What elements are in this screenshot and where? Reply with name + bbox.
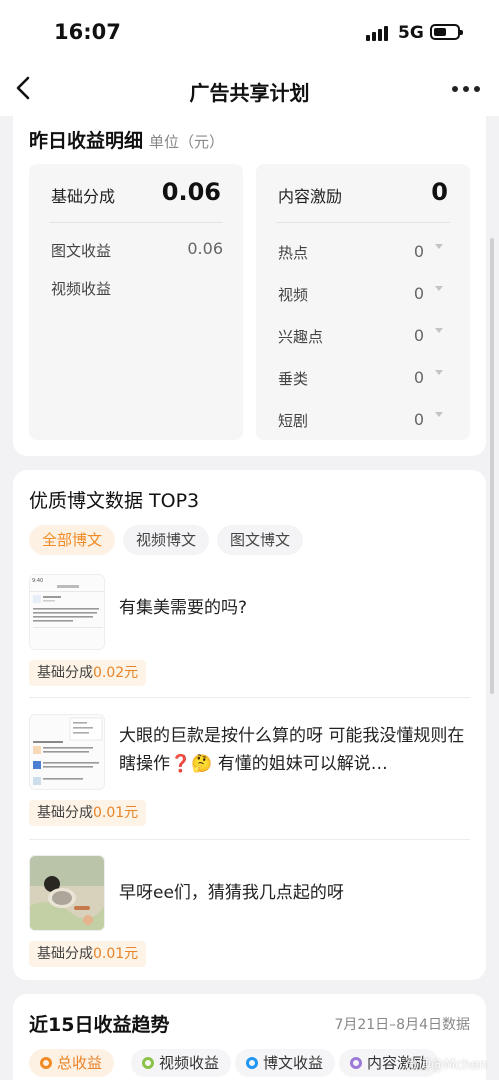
post-title: 有集美需要的吗?	[119, 598, 248, 618]
yesterday-earnings-card: 昨日收益明细 单位（元） 基础分成 0.06 图文收益 0.06 视频收益 内容激…	[13, 116, 486, 456]
incentive-row-value: 0	[413, 326, 424, 345]
status-bar: 16:07 5G	[0, 0, 499, 62]
network-type: 5G	[398, 23, 424, 43]
incentive-row-value: 0	[413, 368, 424, 387]
post-earnings-badge: 基础分成0.01元	[29, 941, 147, 967]
section-title: 昨日收益明细 单位（元）	[29, 130, 225, 152]
incentive-row-label: 短剧	[278, 412, 309, 430]
tab-all-posts[interactable]: 全部博文	[29, 525, 116, 555]
legend-dot-icon	[246, 1057, 258, 1069]
section-title: 近15日收益趋势	[29, 1014, 170, 1036]
page-title: 广告共享计划	[189, 81, 310, 105]
incentive-row-label: 热点	[278, 244, 309, 262]
post-earnings-badge: 基础分成0.02元	[29, 660, 147, 686]
more-button[interactable]	[446, 78, 486, 98]
legend-dot-icon	[40, 1057, 52, 1069]
content-incentive-label: 内容激励	[278, 187, 343, 206]
incentive-row-value: 0	[413, 284, 424, 303]
basic-share-panel[interactable]: 基础分成 0.06 图文收益 0.06 视频收益	[29, 164, 243, 440]
signal-icon	[366, 26, 390, 41]
content-incentive-value: 0	[431, 178, 448, 206]
post-title: 大眼的巨款是按什么算的呀 可能我没懂规则在瞎操作❓🤔 有懂的姐妹可以解说…	[119, 726, 465, 774]
post-earnings-badge: 基础分成0.01元	[29, 800, 147, 826]
unit-label: 单位（元）	[149, 133, 225, 151]
caret-down-icon	[435, 244, 443, 249]
tab-video-posts[interactable]: 视频博文	[123, 525, 210, 555]
scrollbar[interactable]	[490, 238, 494, 694]
baby-photo-thumbnail-icon	[29, 855, 105, 931]
post-item[interactable]: 早呀ee们，猜猜我几点起的呀 基础分成0.01元	[29, 855, 470, 983]
legend-post-income[interactable]: 博文收益	[235, 1049, 336, 1077]
date-range: 7月21日–8月4日数据	[334, 1017, 470, 1033]
incentive-row-label: 兴趣点	[278, 328, 324, 346]
incentive-row-label: 视频	[278, 286, 309, 304]
post-earnings-value: 0.02元	[93, 665, 139, 681]
legend-total-income[interactable]: 总收益	[29, 1049, 115, 1077]
post-earnings-value: 0.01元	[93, 946, 139, 962]
divider	[276, 222, 450, 223]
svg-text:9:40: 9:40	[32, 578, 43, 584]
incentive-row-value: 0	[413, 242, 424, 261]
post-item[interactable]: 9:40 有集美需要的吗? 基础分成0.02元	[29, 574, 470, 702]
incentive-row-label: 垂类	[278, 370, 309, 388]
divider	[29, 839, 470, 840]
caret-down-icon	[435, 328, 443, 333]
basic-share-label: 基础分成	[51, 187, 116, 206]
image-text-income-value: 0.06	[187, 239, 223, 258]
image-text-income-label: 图文收益	[51, 242, 112, 260]
post-item[interactable]: 大眼的巨款是按什么算的呀 可能我没懂规则在瞎操作❓🤔 有懂的姐妹可以解说… 基础…	[29, 714, 470, 842]
content-incentive-panel[interactable]: 内容激励 0 热点 0 视频 0 兴趣点 0 垂类 0 短剧 0	[256, 164, 470, 440]
incentive-row-value: 0	[413, 410, 424, 429]
top3-posts-card: 优质博文数据 TOP3 全部博文 视频博文 图文博文 9:40 有集美需要的吗?	[13, 470, 486, 980]
divider	[29, 697, 470, 698]
back-button[interactable]	[12, 72, 40, 104]
video-income-label: 视频收益	[51, 280, 112, 298]
post-title: 早呀ee们，猜猜我几点起的呀	[119, 883, 344, 903]
more-dots-icon	[452, 86, 458, 92]
post-earnings-value: 0.01元	[93, 805, 139, 821]
screenshot-thumbnail-icon	[29, 714, 105, 790]
basic-share-value: 0.06	[161, 178, 221, 206]
caret-down-icon	[435, 370, 443, 375]
divider	[49, 222, 223, 223]
status-time: 16:07	[54, 20, 121, 44]
caret-down-icon	[435, 286, 443, 291]
battery-icon	[430, 24, 463, 40]
caret-down-icon	[435, 412, 443, 417]
legend-dot-icon	[142, 1057, 154, 1069]
chevron-left-icon	[16, 76, 30, 100]
legend-dot-icon	[350, 1057, 362, 1069]
screenshot-thumbnail-icon: 9:40	[29, 574, 105, 650]
tab-image-text-posts[interactable]: 图文博文	[217, 525, 304, 555]
watermark: 微博@Mchen	[405, 1058, 487, 1073]
legend-video-income[interactable]: 视频收益	[131, 1049, 232, 1077]
section-title: 优质博文数据 TOP3	[29, 490, 200, 512]
nav-bar: 广告共享计划	[0, 62, 499, 116]
